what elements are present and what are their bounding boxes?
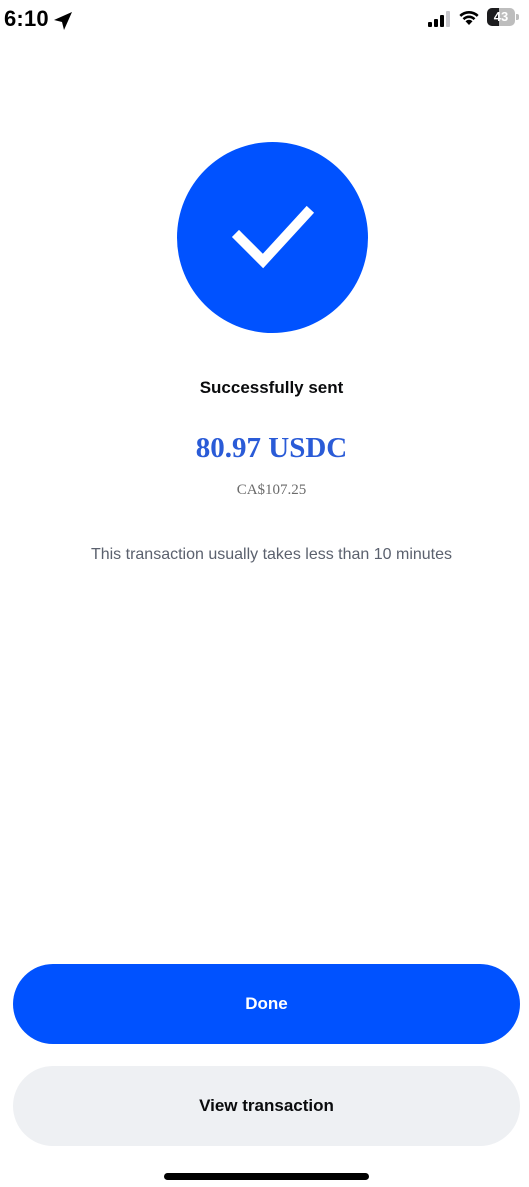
location-arrow-icon: [54, 12, 72, 30]
battery-icon: 43: [487, 8, 519, 26]
home-indicator[interactable]: [164, 1173, 369, 1180]
sent-amount: 80.97 USDC: [195, 432, 348, 464]
fiat-amount: CA$107.25: [236, 482, 307, 498]
done-button[interactable]: Done: [13, 964, 520, 1044]
battery-percent: 43: [493, 9, 509, 24]
cellular-signal-icon: [428, 11, 450, 27]
view-transaction-button[interactable]: View transaction: [13, 1066, 520, 1146]
status-bar: 6:10 43: [0, 0, 529, 40]
status-time: 6:10: [4, 6, 49, 31]
checkmark-icon: [231, 205, 315, 269]
success-title: Successfully sent: [199, 378, 344, 397]
transaction-time-note: This transaction usually takes less than…: [90, 546, 453, 563]
wifi-icon: [459, 10, 479, 25]
success-badge: [177, 142, 368, 333]
